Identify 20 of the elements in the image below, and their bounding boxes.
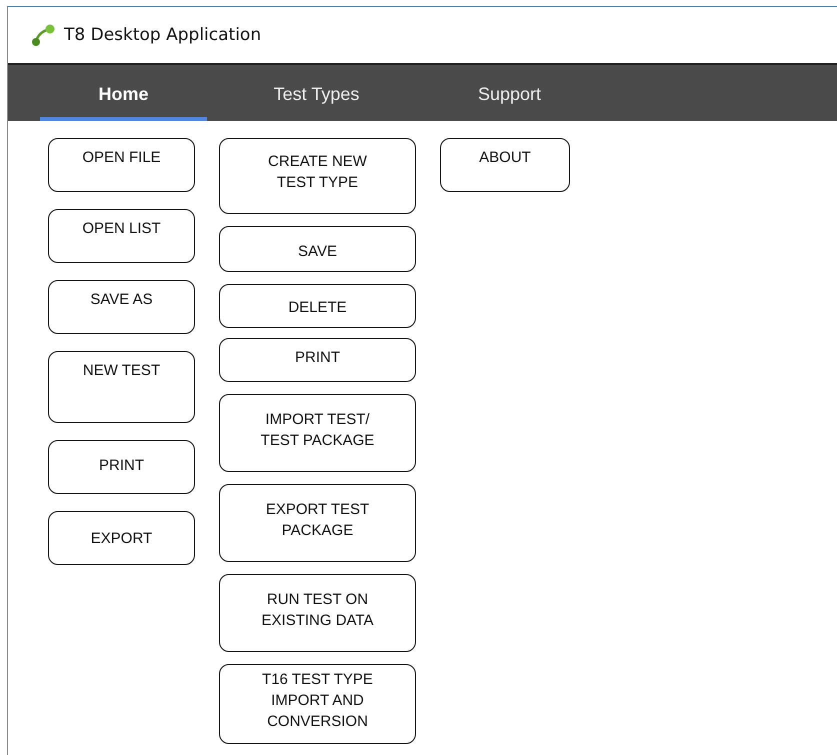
menu-button[interactable]: T16 TEST TYPE IMPORT AND CONVERSION xyxy=(219,664,416,744)
app-logo-icon xyxy=(30,23,56,47)
menu-button[interactable]: DELETE xyxy=(219,284,416,328)
tab[interactable]: Test Types xyxy=(233,84,400,121)
menu-button[interactable]: EXPORT TEST PACKAGE xyxy=(219,484,416,562)
menu-button[interactable]: IMPORT TEST/ TEST PACKAGE xyxy=(219,394,416,472)
menu-button[interactable]: CREATE NEW TEST TYPE xyxy=(219,138,416,214)
tab[interactable]: Home xyxy=(40,84,207,121)
menu-button[interactable]: RUN TEST ON EXISTING DATA xyxy=(219,574,416,652)
menu-button[interactable]: PRINT xyxy=(48,440,195,494)
menu-button[interactable]: NEW TEST xyxy=(48,351,195,423)
window-title: T8 Desktop Application xyxy=(64,25,262,45)
menu-button[interactable]: SAVE AS xyxy=(48,280,195,334)
menu-button[interactable]: EXPORT xyxy=(48,511,195,565)
menu-button[interactable]: SAVE xyxy=(219,226,416,272)
menu-button[interactable]: PRINT xyxy=(219,338,416,382)
menu-button[interactable]: ABOUT xyxy=(440,138,570,192)
menu-button[interactable]: OPEN LIST xyxy=(48,209,195,263)
menu-button[interactable]: OPEN FILE xyxy=(48,138,195,192)
tab[interactable]: Support xyxy=(426,84,593,121)
